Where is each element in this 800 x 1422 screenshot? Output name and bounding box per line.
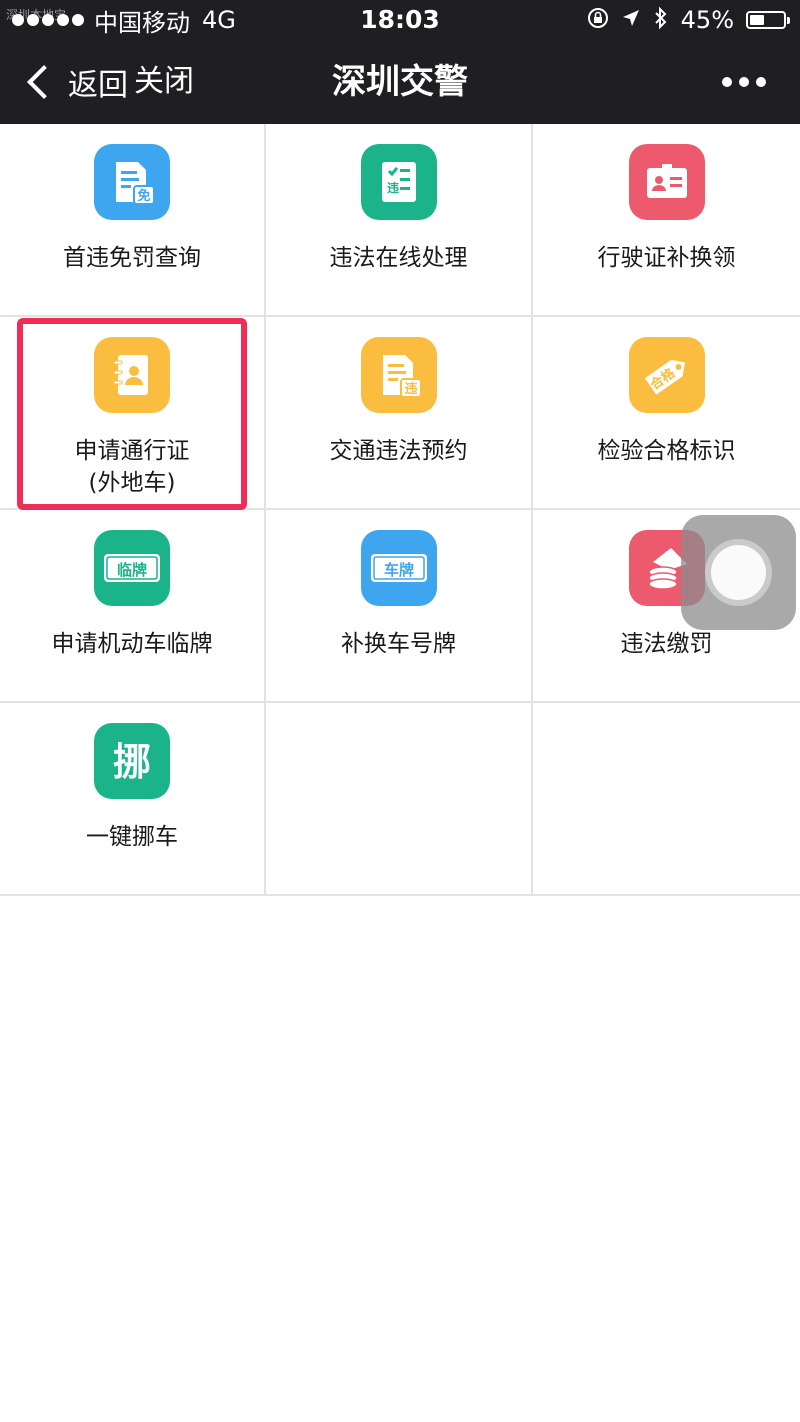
- grid-item-violation-appointment[interactable]: 违 交通违法预约: [266, 317, 533, 510]
- grid-item-label: 首违免罚查询: [63, 245, 201, 271]
- plate-icon: 车牌: [360, 530, 437, 606]
- grid-item-move-car[interactable]: 挪 一键挪车: [0, 703, 266, 896]
- status-right: 45%: [587, 0, 790, 40]
- page-title: 深圳交警: [332, 62, 468, 102]
- more-dot-icon: [722, 77, 732, 87]
- id-card-icon: [628, 144, 705, 220]
- orientation-lock-icon: [587, 7, 609, 34]
- grid-item-apply-pass[interactable]: 申请通行证 (外地车): [0, 317, 266, 510]
- icon-glyph: 车牌: [383, 561, 413, 579]
- grid-item-first-violation-exempt[interactable]: 免 首违免罚查询: [0, 124, 266, 317]
- grid-item-label: 补换车号牌: [341, 631, 456, 657]
- grid-item-replace-plate[interactable]: 车牌 补换车号牌: [266, 510, 533, 703]
- violation-doc-icon: 违: [360, 337, 437, 413]
- grid-item-label: 一键挪车: [86, 824, 178, 850]
- assistive-touch-button[interactable]: [681, 515, 796, 630]
- temp-plate-icon: 临牌: [94, 530, 170, 606]
- grid-item-label: 检验合格标识: [597, 438, 736, 464]
- icon-glyph: 违: [386, 180, 398, 195]
- icon-glyph: 免: [137, 188, 150, 204]
- icon-glyph: 挪: [113, 740, 151, 784]
- grid-item-label: 行驶证补换领: [597, 245, 736, 271]
- grid-item-temp-plate[interactable]: 临牌 申请机动车临牌: [0, 510, 266, 703]
- grid-empty-cell: [266, 703, 533, 896]
- grid-item-inspection-mark[interactable]: 合格 检验合格标识: [533, 317, 800, 510]
- grid-item-label: 申请通行证 (外地车): [75, 435, 190, 499]
- location-icon: [621, 8, 641, 33]
- grid-item-label: 违法在线处理: [329, 245, 468, 271]
- move-car-icon: 挪: [94, 723, 170, 799]
- grid-empty-cell: [533, 703, 800, 896]
- battery-percent: 45%: [680, 6, 734, 34]
- bluetooth-icon: [653, 6, 669, 35]
- grid-item-label-sub: (外地车): [88, 470, 176, 496]
- grid-item-online-violation[interactable]: 违 违法在线处理: [266, 124, 533, 317]
- more-dot-icon: [756, 77, 766, 87]
- violation-checklist-icon: 违: [360, 144, 437, 220]
- icon-glyph: 临牌: [117, 561, 147, 579]
- status-bar: 深圳本地宝 中国移动 4G 18:03 45%: [0, 0, 800, 40]
- address-book-icon: [94, 337, 170, 413]
- grid-item-label: 交通违法预约: [329, 438, 468, 464]
- doc-exempt-icon: 免: [94, 144, 170, 220]
- grid-item-license-replace[interactable]: 行驶证补换领: [533, 124, 800, 317]
- battery-fill: [750, 15, 764, 25]
- assistive-touch-dot: [711, 545, 766, 600]
- more-dot-icon: [739, 77, 749, 87]
- grid-item-label-main: 申请通行证: [74, 438, 190, 464]
- icon-glyph: 违: [404, 381, 417, 397]
- qualified-tag-icon: 合格: [628, 337, 705, 413]
- grid-item-label: 违法缴罚: [620, 631, 713, 657]
- more-options-button[interactable]: [722, 70, 766, 94]
- service-grid: 免 首违免罚查询 违 违法在线处理 行驶证补换领 申请通行证 (外地车) 违 交…: [0, 124, 800, 896]
- battery-icon: [746, 11, 790, 29]
- nav-bar: 返回 关闭 深圳交警: [0, 40, 800, 124]
- grid-item-label: 申请机动车临牌: [51, 631, 213, 657]
